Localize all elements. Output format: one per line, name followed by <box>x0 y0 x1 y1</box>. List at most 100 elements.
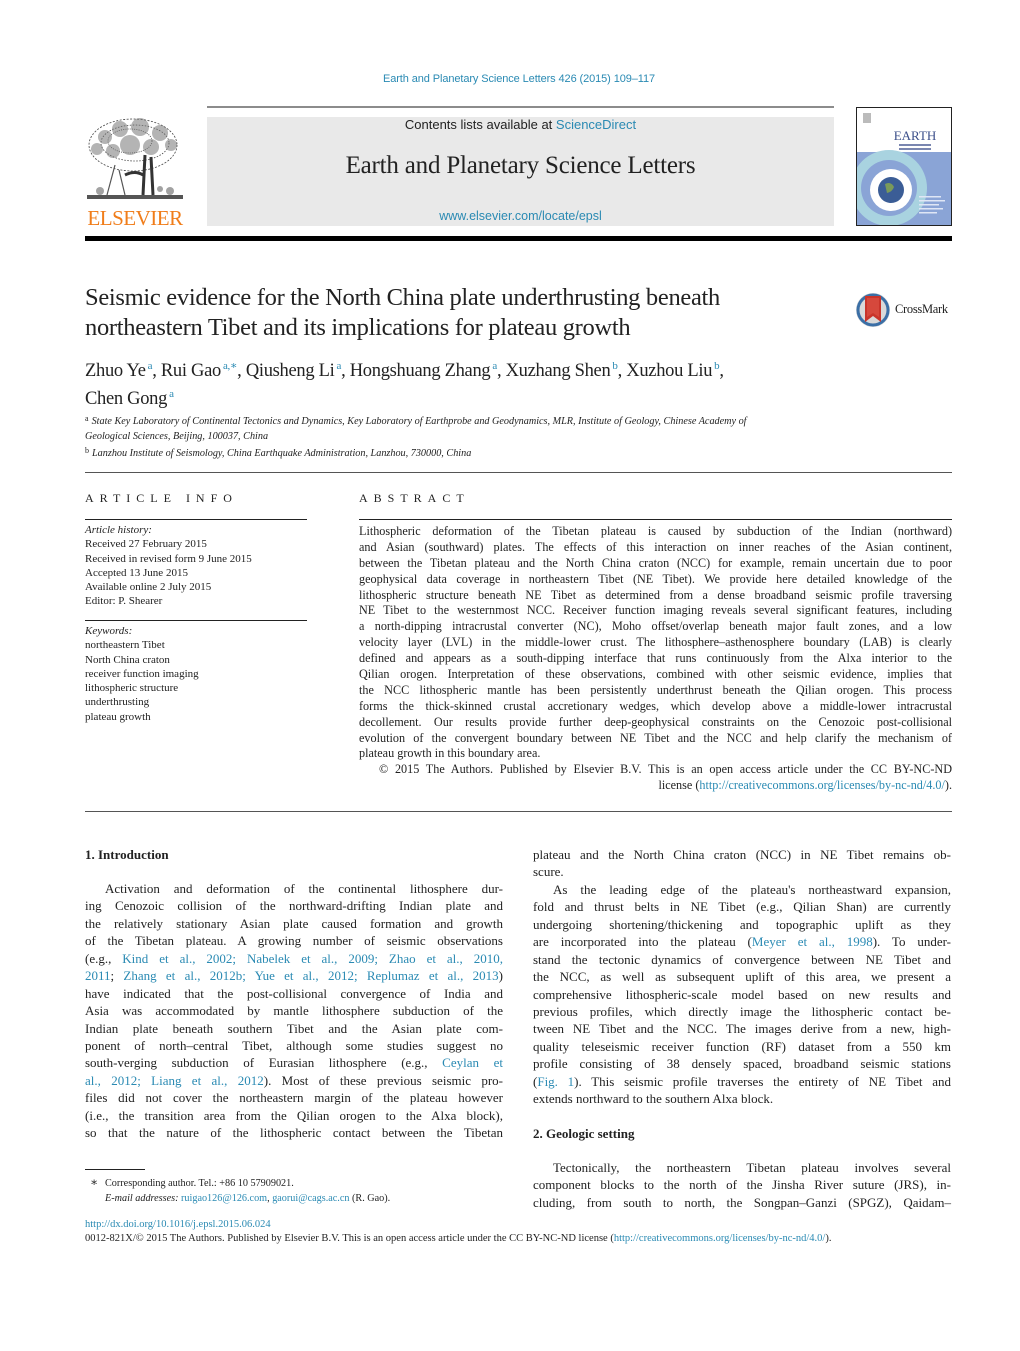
citation-link[interactable]: Zhang et al., 2012b; Yue et al., 2012; R… <box>123 968 498 983</box>
abstract-line: a north-dipping intracrustal converter (… <box>359 619 952 634</box>
history-item: Available online 2 July 2015 <box>85 581 212 594</box>
keyword: receiver function imaging <box>85 667 199 680</box>
author[interactable]: Xuzhang Shen b, <box>506 360 627 381</box>
divider <box>85 519 307 520</box>
journal-title: Earth and Planetary Science Letters <box>345 152 696 179</box>
article-title: Seismic evidence for the North China pla… <box>85 283 825 343</box>
crossmark-label[interactable]: CrossMark <box>895 302 948 317</box>
issn-license-line: 0012-821X/© 2015 The Authors. Published … <box>85 1233 832 1244</box>
abstract-heading: ABSTRACT <box>359 491 470 505</box>
affiliations: a State Key Laboratory of Continental Tec… <box>85 412 865 462</box>
text-run: plateau and the North China craton (NCC)… <box>533 847 951 862</box>
abstract-line: plateau growth in this boundary area. <box>359 746 541 761</box>
body-text-line: ponent of north–central Tibet, although … <box>85 1037 503 1054</box>
section-heading: 2. Geologic setting <box>533 1126 635 1141</box>
text-run: so that the nature of the lithospheric c… <box>85 1125 503 1141</box>
citation-link[interactable]: al., 2012; Liang et al., 2012 <box>85 1073 264 1088</box>
abstract-line: defined and appears as a south-dipping i… <box>359 651 952 666</box>
journal-homepage-link[interactable]: www.elsevier.com/locate/epsl <box>207 209 834 223</box>
keyword: North China craton <box>85 653 170 666</box>
article-history: Article history: Received 27 February 20… <box>85 523 252 609</box>
history-item: Accepted 13 June 2015 <box>85 566 188 579</box>
citation-link[interactable]: Fig. 1 <box>537 1074 574 1089</box>
text-run: ). This seismic profile traverses the en… <box>574 1073 952 1089</box>
divider <box>359 519 952 520</box>
body-text-line: files did not cover the northeastern mar… <box>85 1089 503 1106</box>
history-item: Editor: P. Shearer <box>85 595 163 608</box>
body-text-line: ing Cenozoic collision of the northward-… <box>85 897 503 914</box>
text-run: ). To under- <box>872 934 951 950</box>
contents-prefix: Contents lists available at <box>404 117 556 132</box>
header-thick-rule <box>85 236 952 241</box>
text-run: extends northward to the southern Alxa b… <box>533 1091 774 1107</box>
text-run: ing Cenozoic collision of the northward-… <box>85 898 503 914</box>
footnote: ∗ Corresponding author. Tel.: +86 10 5790… <box>90 1175 390 1206</box>
body-text-line: Indian plate beneath southern Tibet and … <box>85 1020 503 1037</box>
body-column-right: plateau and the North China craton (NCC)… <box>533 846 951 1211</box>
abstract-copyright: © 2015 The Authors. Published by Elsevie… <box>379 762 952 777</box>
citation-link[interactable]: 2011 <box>85 968 111 983</box>
header-top-rule <box>207 106 834 108</box>
text-run: are incorporated into the plateau ( <box>533 934 752 950</box>
affiliation-a-cont: Geological Sciences, Beijing, 100037, Ch… <box>85 430 269 442</box>
divider <box>85 472 952 473</box>
text-run: profile consisting of 38 densely spaced,… <box>533 1056 951 1072</box>
sciencedirect-link[interactable]: ScienceDirect <box>556 117 636 132</box>
abstract-line: lithospheric structure beneath NE Tibet … <box>359 587 952 602</box>
author[interactable]: Qiusheng Li a, <box>246 360 350 381</box>
license-link[interactable]: http://creativecommons.org/licenses/by-n… <box>614 1233 826 1244</box>
email-link[interactable]: gaorui@cags.ac.cn <box>272 1193 349 1204</box>
citation-link[interactable]: Ceylan et <box>442 1055 503 1070</box>
citation-link[interactable]: Meyer et al., 1998 <box>752 934 873 949</box>
article-info-heading: ARTICLE INFO <box>85 491 238 505</box>
section-heading: 1. Introduction <box>85 847 169 862</box>
divider <box>85 620 307 621</box>
affiliation-b: b Lanzhou Institute of Seismology, China … <box>85 446 472 459</box>
text-run: Asia was accommodated by mantle lithosph… <box>85 1003 503 1019</box>
body-text-line: Activation and deformation of the contin… <box>85 880 503 897</box>
text-run: stand the tectonic dynamics of convergen… <box>533 951 951 967</box>
body-text-line: south-verging subduction of Eurasian lit… <box>85 1054 503 1071</box>
text-run: quality teleseismic receiver function (R… <box>533 1038 951 1054</box>
doi-link[interactable]: http://dx.doi.org/10.1016/j.epsl.2015.06… <box>85 1219 271 1230</box>
text-run: previous profiles, which directly image … <box>533 1003 951 1019</box>
crossmark-icon <box>856 293 890 327</box>
abstract-line: decollement. Our results provide further… <box>359 714 952 729</box>
divider <box>85 811 952 812</box>
author[interactable]: Zhuo Ye a, <box>85 360 161 381</box>
journal-cover-thumbnail[interactable]: EARTH <box>856 107 952 226</box>
body-text-line: fold and thrust belts in NE Tibet (e.g.,… <box>533 898 951 915</box>
text-run: south-verging subduction of Eurasian lit… <box>85 1055 443 1071</box>
keyword: lithospheric structure <box>85 682 179 695</box>
citation-link[interactable]: Kind et al., 2002; Nabelek et al., 2009;… <box>122 951 503 966</box>
email-link[interactable]: ruigao126@126.com <box>181 1193 267 1204</box>
text-run: cluding, from south to north, the Songpa… <box>533 1194 951 1210</box>
history-item: Received in revised form 9 June 2015 <box>85 552 252 565</box>
text-run: (i.e., the transition area from the Qili… <box>85 1107 503 1123</box>
keywords-label: Keywords: <box>85 625 133 637</box>
journal-citation[interactable]: Earth and Planetary Science Letters 426 … <box>0 73 1020 85</box>
text-run: undergoing shortening/thickening and top… <box>533 916 951 932</box>
abstract-line: geophysical data coverage in northeaster… <box>359 571 952 586</box>
author[interactable]: Hongshuang Zhang a, <box>350 360 506 381</box>
body-text-line: component blocks to the north of the Jin… <box>533 1176 951 1193</box>
abstract-line: and Asian (southward) plates. The effect… <box>359 539 952 554</box>
author[interactable]: Xuzhou Liu b, <box>626 360 724 381</box>
body-text-line: profile consisting of 38 densely spaced,… <box>533 1055 951 1072</box>
text-run: the NCC, as well as subsequent uplift of… <box>533 969 951 985</box>
footnote-rule <box>85 1169 145 1170</box>
keyword: underthrusting <box>85 696 150 709</box>
text-run: fold and thrust belts in NE Tibet (e.g.,… <box>533 899 951 915</box>
abstract-line: the NCC lithospheric mantle has been per… <box>359 682 952 697</box>
body-text-line: 2011; Zhang et al., 2012b; Yue et al., 2… <box>85 967 503 984</box>
history-label: Article history: <box>85 524 152 536</box>
license-link[interactable]: http://creativecommons.org/licenses/by-n… <box>699 778 945 792</box>
corresponding-author-note: ∗ Corresponding author. Tel.: +86 10 5790… <box>90 1175 294 1189</box>
abstract-license: license (http://creativecommons.org/lice… <box>658 778 952 793</box>
author[interactable]: Rui Gao a,∗, <box>161 360 246 381</box>
abstract-line: Qilian orogen. Interpretation of these o… <box>359 667 952 682</box>
body-text-line: tween NE Tibet and the NCC. The images d… <box>533 1020 951 1037</box>
author[interactable]: Chen Gong a <box>85 388 174 409</box>
text-run: tween NE Tibet and the NCC. The images d… <box>533 1021 951 1037</box>
body-text-line: undergoing shortening/thickening and top… <box>533 916 951 933</box>
